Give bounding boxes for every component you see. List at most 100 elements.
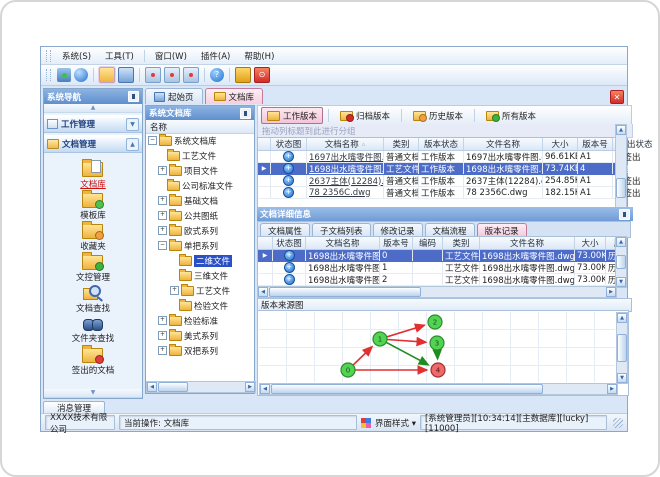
sidebar-group-work[interactable]: 工作管理 ▼ <box>44 115 142 133</box>
collapse-icon[interactable] <box>158 241 167 250</box>
expand-icon[interactable] <box>158 346 167 355</box>
table-row[interactable]: 1697出水嘴零件图.dwg 普通文档 工作版本 1697出水嘴零件图.dwg … <box>258 151 641 163</box>
version-node-4[interactable]: 4 <box>430 362 446 378</box>
scroll-left-icon[interactable] <box>147 382 157 392</box>
doc-undo-icon[interactable] <box>183 67 199 83</box>
tree-node[interactable]: 工艺文件 <box>146 148 254 163</box>
tree-node-root[interactable]: 系统文档库 <box>146 133 254 148</box>
column-header[interactable]: 编码 <box>413 237 443 249</box>
scroll-thumb[interactable] <box>616 255 626 269</box>
sync-window-icon[interactable] <box>57 68 71 82</box>
help-icon[interactable]: ? <box>210 68 224 82</box>
tree-node[interactable]: 基础文档 <box>146 193 254 208</box>
column-header[interactable]: 大小 <box>575 237 606 249</box>
table-row-selected[interactable]: 1698出水嘴零件图.dwg 工艺文件 工作版本 1698出水嘴零件图.dwg … <box>258 163 641 175</box>
tree-node[interactable]: 欧式系列 <box>146 223 254 238</box>
tab-doc-properties[interactable]: 文档属性 <box>260 223 311 237</box>
scroll-thumb[interactable] <box>617 334 627 362</box>
tab-start-page[interactable]: 起始页 <box>145 88 203 104</box>
menu-window[interactable]: 窗口(W) <box>149 49 193 63</box>
version-node-0[interactable]: 0 <box>340 362 356 378</box>
column-header[interactable]: 状态图 <box>271 138 307 150</box>
version-node-3[interactable]: 3 <box>429 335 445 351</box>
version-node-1[interactable]: 1 <box>372 331 388 347</box>
sidebar-item-checked-out-docs[interactable]: 签出的文档 <box>72 345 114 376</box>
column-header[interactable]: 类别 <box>384 138 419 150</box>
expand-icon[interactable] <box>158 211 167 220</box>
sidebar-item-template-library[interactable]: 模板库 <box>80 190 106 221</box>
collapse-icon[interactable] <box>148 136 157 145</box>
column-header[interactable]: 大小 <box>543 138 578 150</box>
sidebar-item-doc-search[interactable]: 文档查找 <box>76 283 110 314</box>
column-header[interactable]: 版本状态 <box>419 138 464 150</box>
exit-icon[interactable]: ⊙ <box>254 67 270 83</box>
expand-icon[interactable] <box>158 196 167 205</box>
scroll-thumb[interactable] <box>616 178 626 198</box>
expand-icon[interactable] <box>158 166 167 175</box>
scroll-thumb[interactable] <box>158 382 188 392</box>
tree-node[interactable]: 检验文件 <box>146 298 254 313</box>
menu-plugins[interactable]: 插件(A) <box>195 49 236 63</box>
scroll-down-icon[interactable] <box>616 277 626 287</box>
tree-node[interactable]: 检验标准 <box>146 313 254 328</box>
tree-column-header[interactable]: 名称 <box>146 120 254 134</box>
doc-name-link[interactable]: 78 2356C.dwg <box>309 188 371 198</box>
sidebar-item-doc-control[interactable]: 文控管理 <box>76 252 110 283</box>
sidebar-collapse-up[interactable] <box>44 104 142 113</box>
sidebar-collapse-down[interactable] <box>44 389 142 398</box>
lock-icon[interactable] <box>235 67 251 83</box>
sidebar-item-document-library[interactable]: 文档库 <box>80 159 106 190</box>
doc-name-link[interactable]: 1698出水嘴零件图.dwg <box>309 163 383 175</box>
chevron-up-icon[interactable]: ▲ <box>126 137 139 151</box>
drag-handle-icon[interactable] <box>46 49 51 62</box>
column-header[interactable]: 版本号 <box>578 138 613 150</box>
doc-name-link[interactable]: 2637主体(12284).dwg <box>309 175 383 187</box>
menu-tools[interactable]: 工具(T) <box>99 49 140 63</box>
detail-table-vertical-scrollbar[interactable] <box>615 236 627 288</box>
doc-name-link[interactable]: 1697出水嘴零件图.dwg <box>309 151 383 163</box>
graph-vertical-scrollbar[interactable] <box>616 312 628 384</box>
close-icon[interactable] <box>610 90 624 104</box>
desktop-window-icon[interactable] <box>118 67 134 83</box>
open-library-icon[interactable] <box>99 67 115 83</box>
detail-table-horizontal-scrollbar[interactable] <box>257 286 617 298</box>
globe-icon[interactable] <box>74 68 88 82</box>
table-row[interactable]: 2637主体(12284).dwg 普通文档 工作版本 2637主体(12284… <box>258 175 641 187</box>
tab-document-library[interactable]: 文档库 <box>204 88 264 104</box>
history-version-button[interactable]: 历史版本 <box>407 107 469 124</box>
tree-node[interactable]: 美式系列 <box>146 328 254 343</box>
drag-handle-icon[interactable] <box>46 69 51 81</box>
tab-version-record[interactable]: 版本记录 <box>476 223 527 237</box>
chevron-down-icon[interactable]: ▼ <box>126 117 139 131</box>
scroll-down-icon[interactable] <box>617 373 627 383</box>
scroll-thumb[interactable] <box>271 384 543 394</box>
archive-version-button[interactable]: 归档版本 <box>334 107 396 124</box>
column-header[interactable]: 文件名称 <box>464 138 543 150</box>
tree-node[interactable]: 单把系列 <box>146 238 254 253</box>
column-header[interactable]: 版本号 <box>380 237 413 249</box>
sidebar-group-document[interactable]: 文档管理 ▲ <box>44 135 142 153</box>
pin-icon[interactable] <box>128 91 139 102</box>
table-row-selected[interactable]: 1698出水嘴零件图.dwg 0 工艺文件 1698出水嘴零件图.dwg 73.… <box>258 250 616 262</box>
tree-node[interactable]: 工艺文件 <box>146 283 254 298</box>
tab-modification-record[interactable]: 修改记录 <box>372 223 423 237</box>
doc-checkin-icon[interactable] <box>145 67 161 83</box>
scroll-left-icon[interactable] <box>258 287 268 297</box>
scroll-up-icon[interactable] <box>617 313 627 323</box>
table-row[interactable]: 78 2356C.dwg 普通文档 工作版本 78 2356C.dwg 182.… <box>258 187 641 199</box>
column-header[interactable]: 状态图 <box>273 237 306 249</box>
work-version-button[interactable]: 工作版本 <box>261 107 324 124</box>
tree-horizontal-scrollbar[interactable] <box>146 381 256 393</box>
scroll-right-icon[interactable] <box>606 287 616 297</box>
resize-grip-icon[interactable] <box>613 417 623 428</box>
interface-style-dropdown[interactable]: 界面样式 ▾ <box>375 417 416 429</box>
expand-icon[interactable] <box>158 226 167 235</box>
column-header[interactable]: 类别 <box>443 237 480 249</box>
doc-checkout-icon[interactable] <box>164 67 180 83</box>
all-version-button[interactable]: 所有版本 <box>480 107 542 124</box>
sidebar-item-folder-search[interactable]: 文件夹查找 <box>72 314 114 345</box>
column-header[interactable]: 文件名称 <box>480 237 575 249</box>
scroll-left-icon[interactable] <box>260 384 270 394</box>
interface-style-icon[interactable] <box>361 417 371 428</box>
pin-icon[interactable] <box>619 208 630 220</box>
